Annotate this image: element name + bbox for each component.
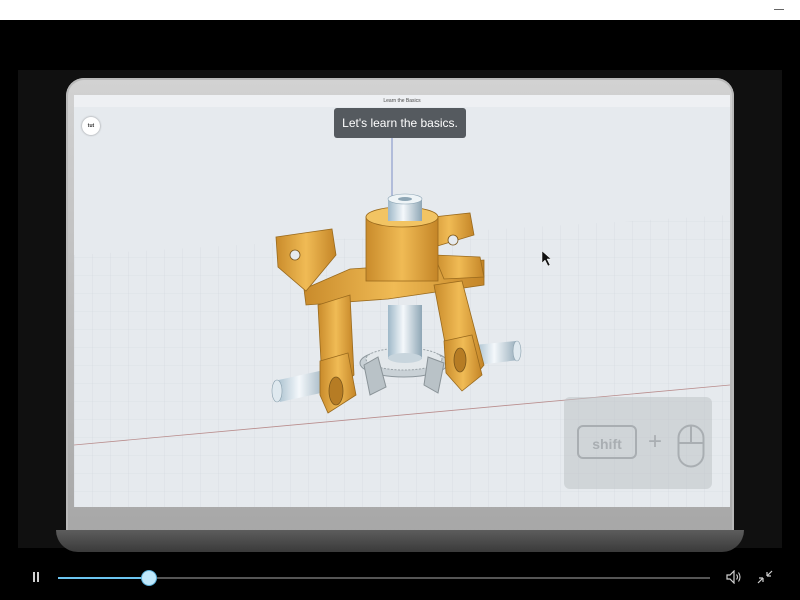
shift-key: shift: [577, 425, 637, 459]
window-titlebar: [0, 0, 800, 20]
plus-sign: +: [648, 428, 663, 455]
player-controls: [0, 556, 800, 600]
tutorial-tooltip: Let's learn the basics.: [334, 108, 466, 138]
vertical-shaft: [388, 305, 422, 359]
top-shaft: [387, 193, 423, 221]
volume-icon[interactable]: [726, 570, 742, 584]
laptop-base: [56, 530, 744, 552]
seek-thumb[interactable]: [142, 571, 157, 585]
minimize-icon[interactable]: [772, 3, 786, 15]
exit-fullscreen-icon[interactable]: [757, 570, 773, 584]
app-logo-icon: tut: [82, 117, 100, 135]
seek-bar[interactable]: [58, 571, 710, 585]
screen-title: Learn the Basics: [74, 95, 730, 107]
mouse-icon: [677, 424, 705, 468]
cad-viewport: Learn the Basics tut Let's learn the bas…: [74, 95, 730, 507]
shortcut-hint: shift +: [564, 397, 712, 489]
seek-progress: [58, 577, 150, 579]
pause-icon[interactable]: [30, 570, 42, 584]
